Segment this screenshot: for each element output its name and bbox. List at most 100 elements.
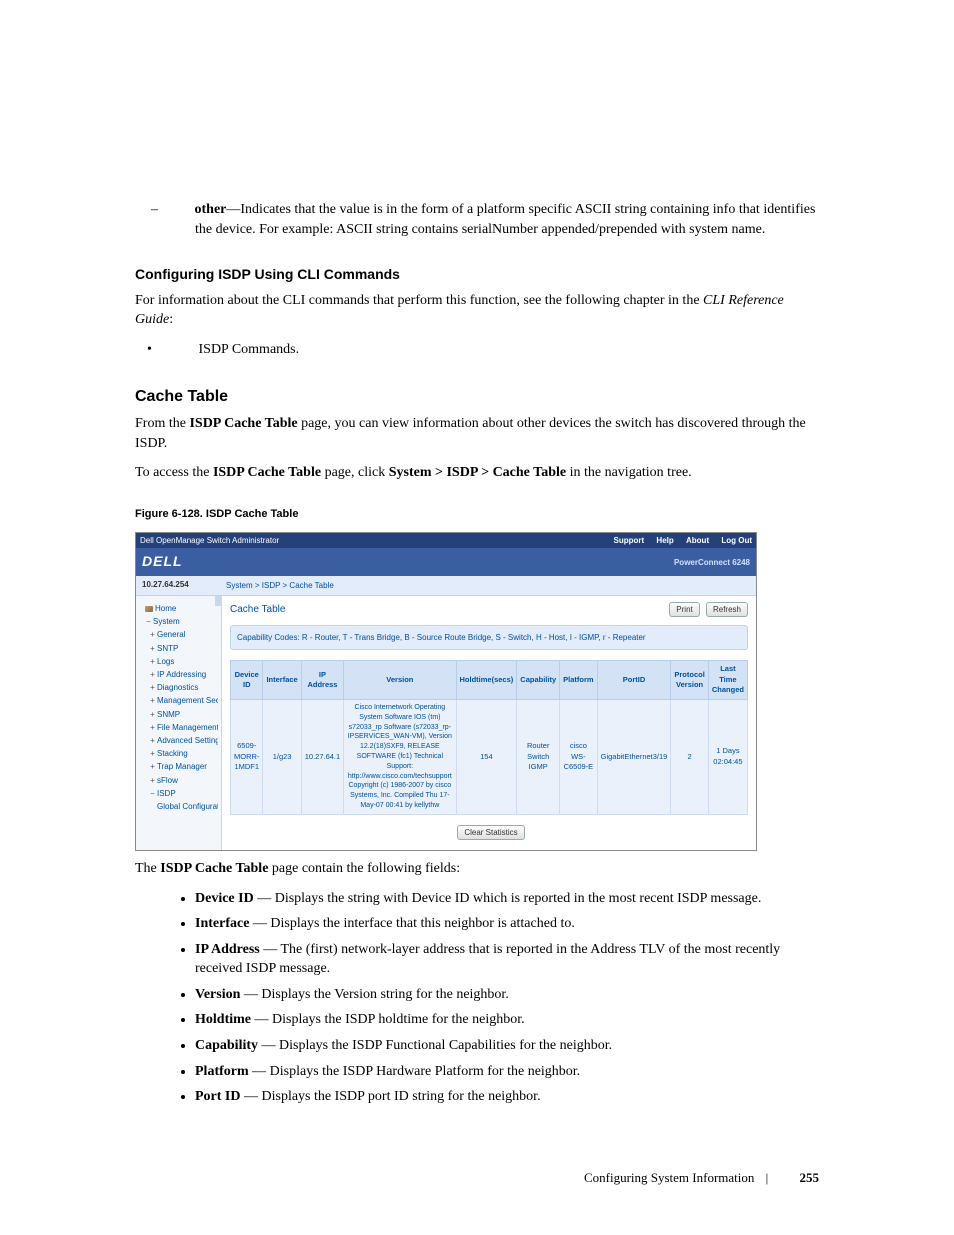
text-fragment-bold: ISDP Cache Table	[213, 465, 321, 480]
cli-heading: Configuring ISDP Using CLI Commands	[135, 265, 819, 285]
print-button[interactable]: Print	[669, 602, 699, 617]
cell-version: Cisco Internetwork Operating System Soft…	[344, 699, 456, 814]
field-name: Capability	[195, 1038, 258, 1053]
nav-item-label: sFlow	[157, 776, 178, 785]
list-item: Version — Displays the Version string fo…	[195, 985, 819, 1005]
table-header: Protocol Version	[671, 661, 708, 700]
isdp-cache-table-screenshot: Dell OpenManage Switch Administrator Sup…	[135, 532, 757, 851]
paragraph: From the ISDP Cache Table page, you can …	[135, 414, 819, 453]
clear-statistics-button[interactable]: Clear Statistics	[457, 825, 524, 840]
nav-item[interactable]: +Logs	[139, 655, 218, 668]
expand-icon[interactable]: +	[149, 775, 156, 786]
nav-item-label: IP Addressing	[157, 670, 206, 679]
nav-item[interactable]: Global Configurat	[139, 800, 218, 813]
page-title: Cache Table	[230, 603, 285, 617]
nav-item[interactable]: +General	[139, 628, 218, 641]
nav-item[interactable]: +Management Secur	[139, 694, 218, 707]
table-row: 6509-MORR-1MDF1 1/g23 10.27.64.1 Cisco I…	[231, 699, 748, 814]
app-title: Dell OpenManage Switch Administrator	[140, 535, 279, 546]
list-item: Capability — Displays the ISDP Functiona…	[195, 1036, 819, 1056]
help-link[interactable]: Help	[656, 536, 673, 545]
breadcrumb: System > ISDP > Cache Table	[226, 581, 334, 590]
expand-icon[interactable]: +	[149, 748, 156, 759]
figure-caption: Figure 6-128. ISDP Cache Table	[135, 507, 819, 522]
nav-item[interactable]: Home	[139, 602, 218, 615]
nav-item[interactable]: +IP Addressing	[139, 668, 218, 681]
nav-item[interactable]: −ISDP	[139, 787, 218, 800]
nav-item[interactable]: −System	[139, 615, 218, 628]
field-desc: — Displays the string with Device ID whi…	[254, 891, 762, 906]
table-header: Device ID	[231, 661, 263, 700]
text-fragment: For information about the CLI commands t…	[135, 293, 703, 308]
field-desc: — Displays the ISDP holdtime for the nei…	[251, 1012, 525, 1027]
list-item: IP Address — The (first) network-layer a…	[195, 940, 819, 979]
refresh-button[interactable]: Refresh	[706, 602, 748, 617]
scrollbar-handle[interactable]	[215, 596, 221, 606]
text-fragment: To access the	[135, 465, 213, 480]
nav-item-label: SNTP	[157, 644, 178, 653]
list-sub-item: – other—Indicates that the value is in t…	[195, 200, 819, 239]
nav-item-label: Management Secur	[157, 696, 218, 705]
nav-item-label: ISDP	[157, 789, 176, 798]
nav-item-label: Trap Manager	[157, 762, 207, 771]
nav-item[interactable]: +SNTP	[139, 642, 218, 655]
expand-icon[interactable]: +	[149, 735, 156, 746]
expand-icon[interactable]: +	[149, 722, 156, 733]
field-desc: — The (first) network-layer address that…	[195, 942, 780, 977]
expand-icon[interactable]: +	[149, 643, 156, 654]
home-icon	[145, 606, 153, 612]
nav-item-label: Home	[155, 604, 176, 613]
text-fragment-bold: System > ISDP > Cache Table	[389, 465, 566, 480]
main-panel: Cache Table Print Refresh Capability Cod…	[222, 596, 756, 850]
text-fragment: page contain the following fields:	[268, 861, 460, 876]
capability-codes-label: Capability Codes: R - Router, T - Trans …	[230, 625, 748, 650]
table-header: Capability	[517, 661, 560, 700]
nav-item[interactable]: +Advanced Settings	[139, 734, 218, 747]
nav-item[interactable]: +File Management	[139, 721, 218, 734]
expand-icon[interactable]: +	[149, 656, 156, 667]
cell-interface: 1/g23	[263, 699, 301, 814]
paragraph: The ISDP Cache Table page contain the fo…	[135, 859, 819, 879]
cell-platform: cisco WS-C6509-E	[560, 699, 597, 814]
field-name: Platform	[195, 1064, 249, 1079]
expand-icon[interactable]: +	[149, 669, 156, 680]
text-fragment: The	[135, 861, 160, 876]
table-header: PortID	[597, 661, 671, 700]
nav-item-label: File Management	[157, 723, 218, 732]
cli-paragraph: For information about the CLI commands t…	[135, 291, 819, 330]
brand-bar: DELL PowerConnect 6248	[136, 548, 756, 576]
sub-item-text: —Indicates that the value is in the form…	[195, 202, 815, 237]
nav-item[interactable]: +SNMP	[139, 708, 218, 721]
field-name: Interface	[195, 916, 249, 931]
nav-item[interactable]: +Stacking	[139, 747, 218, 760]
device-ip: 10.27.64.254	[142, 579, 189, 590]
expand-icon[interactable]: +	[149, 629, 156, 640]
expand-icon[interactable]: +	[149, 709, 156, 720]
expand-icon[interactable]: −	[149, 788, 156, 799]
section-heading: Cache Table	[135, 386, 819, 408]
field-desc: — Displays the ISDP Hardware Platform fo…	[249, 1064, 581, 1079]
nav-item[interactable]: +Diagnostics	[139, 681, 218, 694]
field-desc: — Displays the ISDP Functional Capabilit…	[258, 1038, 612, 1053]
nav-item-label: Diagnostics	[157, 683, 198, 692]
nav-tree[interactable]: Home−System+General+SNTP+Logs+IP Address…	[136, 596, 222, 850]
field-name: Version	[195, 987, 240, 1002]
about-link[interactable]: About	[686, 536, 709, 545]
field-name: Holdtime	[195, 1012, 251, 1027]
field-name: IP Address	[195, 942, 260, 957]
logout-link[interactable]: Log Out	[721, 536, 752, 545]
list-item: Interface — Displays the interface that …	[195, 914, 819, 934]
field-desc: — Displays the Version string for the ne…	[240, 987, 508, 1002]
support-link[interactable]: Support	[614, 536, 645, 545]
topbar-links: Support Help About Log Out	[604, 535, 752, 546]
text-fragment: From the	[135, 416, 189, 431]
nav-item[interactable]: +Trap Manager	[139, 760, 218, 773]
expand-icon[interactable]: +	[149, 761, 156, 772]
nav-item[interactable]: +sFlow	[139, 774, 218, 787]
expand-icon[interactable]: −	[145, 616, 152, 627]
expand-icon[interactable]: +	[149, 695, 156, 706]
nav-item-label: General	[157, 630, 185, 639]
text-fragment: page, click	[321, 465, 389, 480]
expand-icon[interactable]: +	[149, 682, 156, 693]
text-fragment-bold: ISDP Cache Table	[160, 861, 268, 876]
